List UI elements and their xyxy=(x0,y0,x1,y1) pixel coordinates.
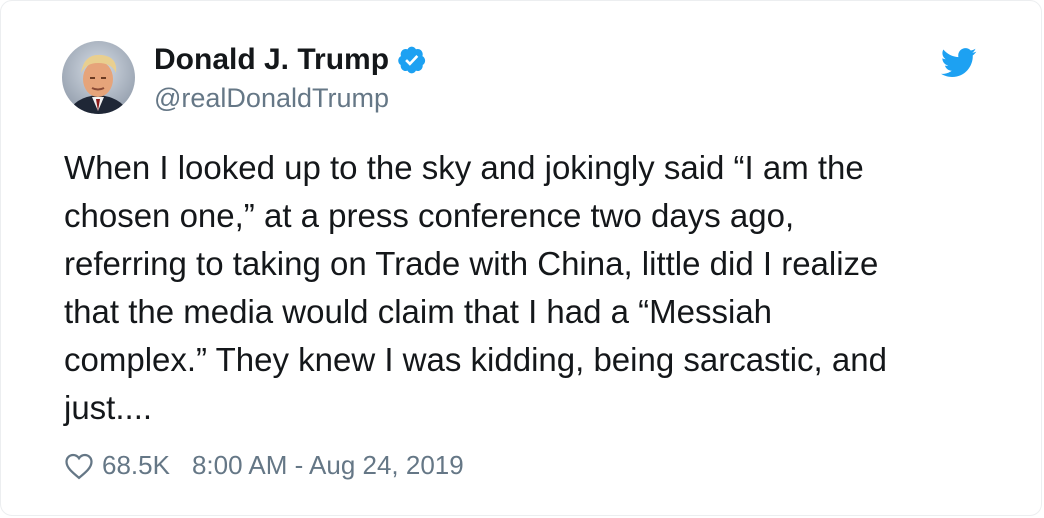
tweet-text-line: just.... xyxy=(64,389,153,426)
tweet-text-line: When I looked up to the sky and jokingly… xyxy=(64,149,864,186)
tweet-text-line: chosen one,” at a press conference two d… xyxy=(64,197,795,234)
heart-icon[interactable] xyxy=(64,452,94,480)
tweet-footer: 68.5K 8:00 AM - Aug 24, 2019 xyxy=(64,450,464,481)
author-name[interactable]: Donald J. Trump xyxy=(154,43,389,77)
author-handle[interactable]: @realDonaldTrump xyxy=(154,83,389,114)
twitter-bird-icon[interactable] xyxy=(940,47,977,79)
tweet-text-line: that the media would claim that I had a … xyxy=(64,293,773,330)
tweet-text-line: complex.” They knew I was kidding, being… xyxy=(64,341,887,378)
author-name-row[interactable]: Donald J. Trump xyxy=(154,43,427,77)
like-count[interactable]: 68.5K xyxy=(102,450,170,481)
tweet-text-line: referring to taking on Trade with China,… xyxy=(64,245,879,282)
verified-badge-icon xyxy=(397,45,427,75)
avatar[interactable] xyxy=(62,41,135,114)
tweet-card: Donald J. Trump @realDonaldTrump When I … xyxy=(0,0,1042,516)
tweet-text: When I looked up to the sky and jokingly… xyxy=(64,144,984,432)
timestamp[interactable]: 8:00 AM - Aug 24, 2019 xyxy=(192,450,464,481)
